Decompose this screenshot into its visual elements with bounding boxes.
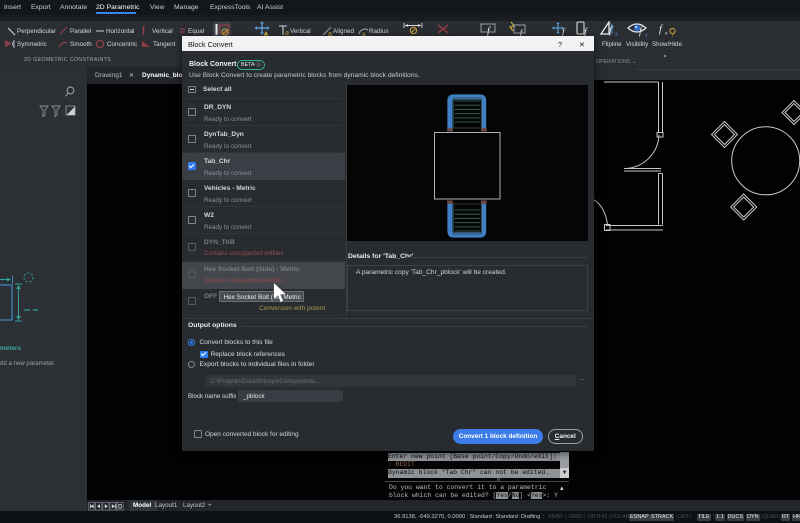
svg-text:f: f bbox=[639, 26, 643, 37]
svg-text:f: f bbox=[609, 24, 614, 36]
svg-text:f: f bbox=[659, 24, 664, 35]
svg-text:x: x bbox=[644, 33, 648, 39]
svg-text:x: x bbox=[614, 32, 618, 38]
svg-text:x: x bbox=[664, 31, 668, 37]
